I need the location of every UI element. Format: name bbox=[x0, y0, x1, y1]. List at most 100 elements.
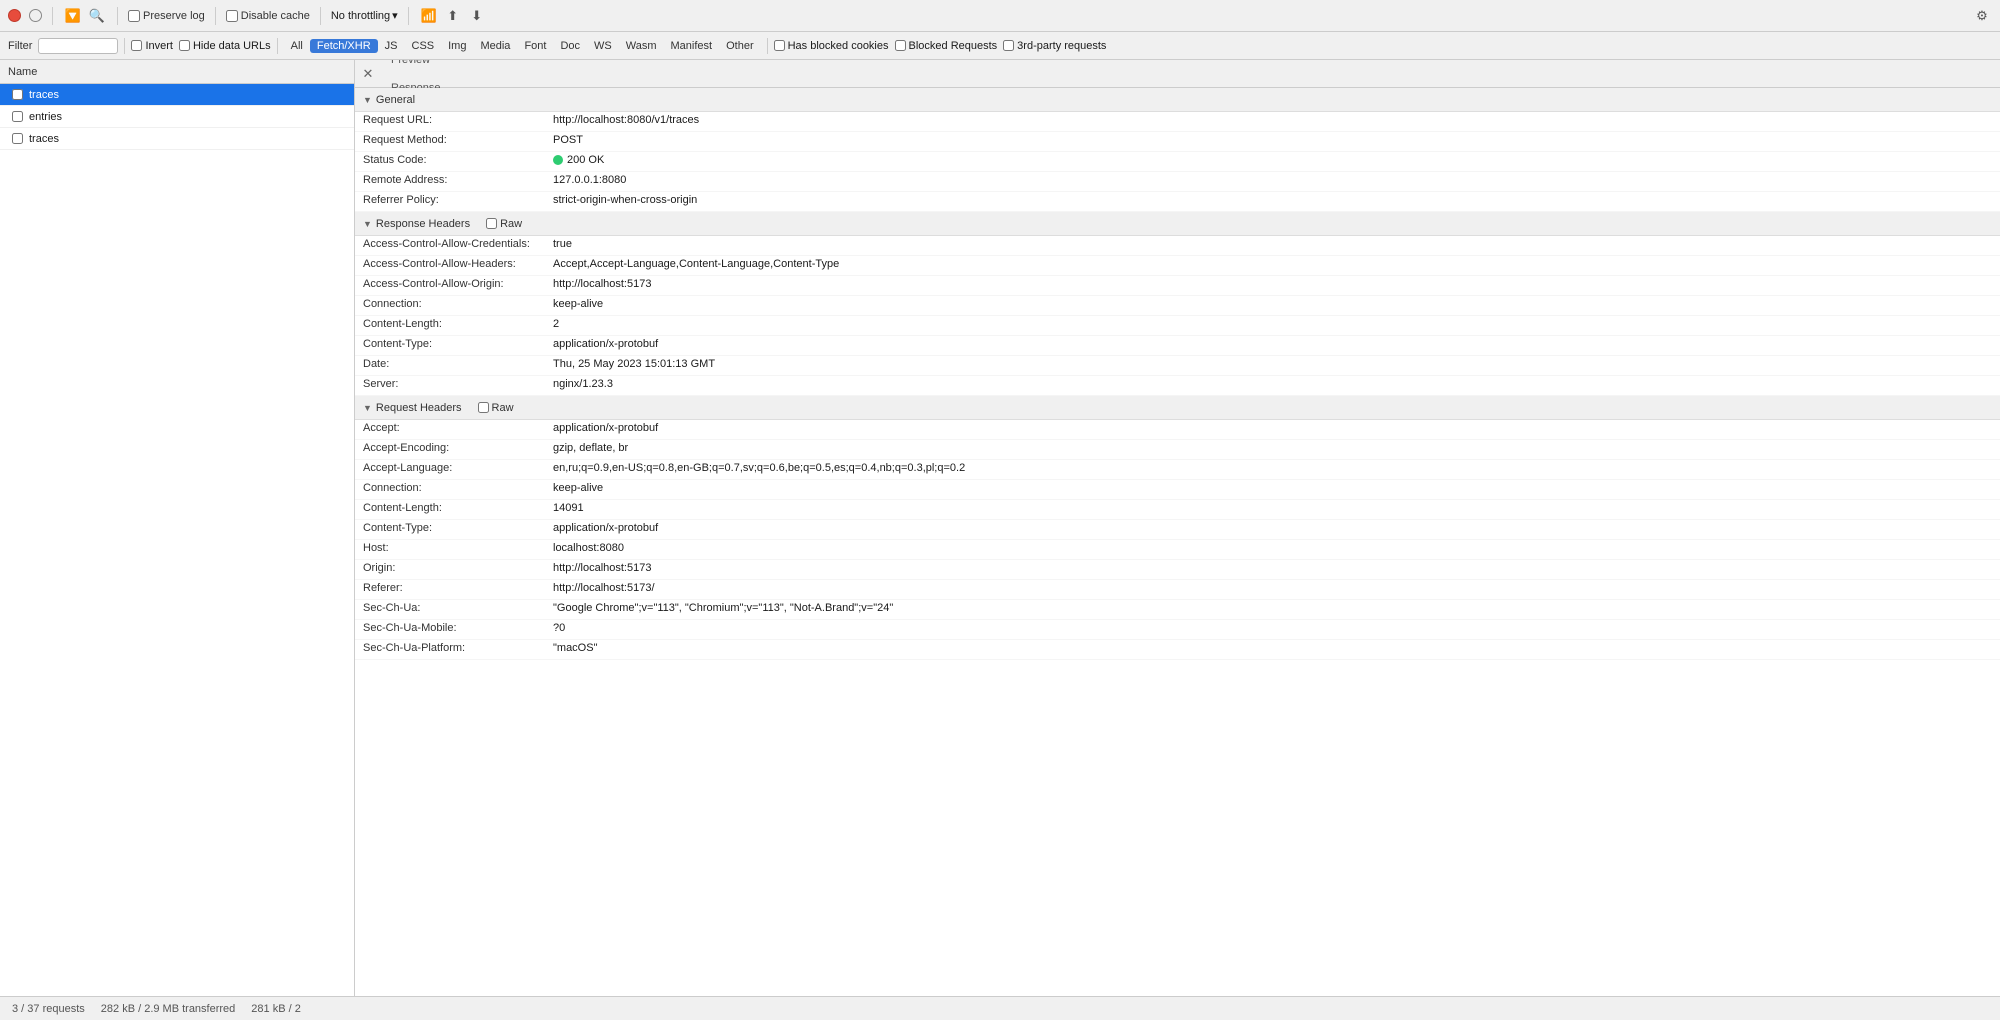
field-value: application/x-protobuf bbox=[553, 422, 1992, 434]
type-btn-wasm[interactable]: Wasm bbox=[619, 39, 664, 53]
filter-bar: Filter Invert Hide data URLs AllFetch/XH… bbox=[0, 32, 2000, 60]
field-name: Content-Length: bbox=[363, 318, 553, 330]
field-value: true bbox=[553, 238, 1992, 250]
status-requests: 3 / 37 requests bbox=[12, 1003, 85, 1015]
record-icon[interactable] bbox=[8, 9, 21, 22]
clear-icon[interactable] bbox=[29, 9, 42, 22]
field-name: Status Code: bbox=[363, 154, 553, 166]
response-header-row: Content-Length:2 bbox=[355, 316, 2000, 336]
general-section-header: ▼ General bbox=[355, 88, 2000, 112]
type-btn-other[interactable]: Other bbox=[719, 39, 761, 53]
request-raw-checkbox[interactable]: Raw bbox=[478, 402, 514, 414]
general-chevron: ▼ bbox=[363, 95, 372, 105]
type-btn-media[interactable]: Media bbox=[473, 39, 517, 53]
type-btn-ws[interactable]: WS bbox=[587, 39, 619, 53]
invert-checkbox[interactable]: Invert bbox=[131, 40, 173, 52]
status-resources: 281 kB / 2 bbox=[251, 1003, 301, 1015]
request-header-row: Accept-Language:en,ru;q=0.9,en-US;q=0.8,… bbox=[355, 460, 2000, 480]
request-header-row: Accept:application/x-protobuf bbox=[355, 420, 2000, 440]
field-name: Accept-Language: bbox=[363, 462, 553, 474]
field-value: keep-alive bbox=[553, 482, 1992, 494]
tab-preview[interactable]: Preview bbox=[379, 60, 454, 74]
left-panel: Name traces entries traces bbox=[0, 60, 355, 996]
type-btn-css[interactable]: CSS bbox=[405, 39, 442, 53]
type-btn-img[interactable]: Img bbox=[441, 39, 473, 53]
settings-icon[interactable]: ⚙ bbox=[1972, 6, 1992, 26]
type-btn-all[interactable]: All bbox=[284, 39, 310, 53]
divider-filter-1 bbox=[124, 38, 125, 54]
preserve-log-checkbox[interactable]: Preserve log bbox=[128, 10, 205, 22]
request-name: traces bbox=[29, 89, 59, 101]
field-value: Thu, 25 May 2023 15:01:13 GMT bbox=[553, 358, 1992, 370]
right-panel: ✕ HeadersPayloadPreviewResponseInitiator… bbox=[355, 60, 2000, 996]
field-value: 200 OK bbox=[553, 154, 1992, 166]
field-name: Sec-Ch-Ua-Platform: bbox=[363, 642, 553, 654]
field-name: Accept: bbox=[363, 422, 553, 434]
field-name: Sec-Ch-Ua-Mobile: bbox=[363, 622, 553, 634]
wifi-icon[interactable]: 📶 bbox=[419, 6, 439, 26]
field-value: http://localhost:8080/v1/traces bbox=[553, 114, 1992, 126]
disable-cache-checkbox[interactable]: Disable cache bbox=[226, 10, 310, 22]
field-name: Content-Type: bbox=[363, 522, 553, 534]
throttle-select[interactable]: No throttling ▾ bbox=[331, 9, 398, 22]
field-value: keep-alive bbox=[553, 298, 1992, 310]
field-name: Connection: bbox=[363, 298, 553, 310]
field-value: 2 bbox=[553, 318, 1992, 330]
request-header-row: Content-Length:14091 bbox=[355, 500, 2000, 520]
divider-4 bbox=[320, 7, 321, 25]
type-btn-manifest[interactable]: Manifest bbox=[664, 39, 720, 53]
main-layout: Name traces entries traces ✕ HeadersPayloa… bbox=[0, 60, 2000, 996]
field-name: Access-Control-Allow-Origin: bbox=[363, 278, 553, 290]
status-bar: 3 / 37 requests 282 kB / 2.9 MB transfer… bbox=[0, 996, 2000, 1020]
divider-2 bbox=[117, 7, 118, 25]
name-column-header: Name bbox=[0, 60, 354, 84]
request-header-row: Referer:http://localhost:5173/ bbox=[355, 580, 2000, 600]
status-transferred: 282 kB / 2.9 MB transferred bbox=[101, 1003, 236, 1015]
field-value: 14091 bbox=[553, 502, 1992, 514]
field-value: nginx/1.23.3 bbox=[553, 378, 1992, 390]
third-party-checkbox[interactable]: 3rd-party requests bbox=[1003, 40, 1106, 52]
request-item[interactable]: traces bbox=[0, 84, 354, 106]
type-btn-font[interactable]: Font bbox=[517, 39, 553, 53]
field-value: Accept,Accept-Language,Content-Language,… bbox=[553, 258, 1992, 270]
request-name: traces bbox=[29, 133, 59, 145]
field-value: 127.0.0.1:8080 bbox=[553, 174, 1992, 186]
field-name: Access-Control-Allow-Credentials: bbox=[363, 238, 553, 250]
upload-icon[interactable]: ⬆ bbox=[443, 6, 463, 26]
field-name: Referer: bbox=[363, 582, 553, 594]
request-item[interactable]: entries bbox=[0, 106, 354, 128]
response-header-row: Access-Control-Allow-Origin:http://local… bbox=[355, 276, 2000, 296]
search-icon[interactable]: 🔍 bbox=[87, 6, 107, 26]
field-value: http://localhost:5173/ bbox=[553, 582, 1992, 594]
field-name: Server: bbox=[363, 378, 553, 390]
field-name: Host: bbox=[363, 542, 553, 554]
field-name: Origin: bbox=[363, 562, 553, 574]
type-btn-js[interactable]: JS bbox=[378, 39, 405, 53]
response-raw-checkbox[interactable]: Raw bbox=[486, 218, 522, 230]
response-header-row: Server:nginx/1.23.3 bbox=[355, 376, 2000, 396]
type-btn-fetch/xhr[interactable]: Fetch/XHR bbox=[310, 39, 378, 53]
response-header-fields: Access-Control-Allow-Credentials:trueAcc… bbox=[355, 236, 2000, 396]
field-name: Content-Length: bbox=[363, 502, 553, 514]
field-name: Request URL: bbox=[363, 114, 553, 126]
response-header-row: Connection:keep-alive bbox=[355, 296, 2000, 316]
blocked-requests-checkbox[interactable]: Blocked Requests bbox=[895, 40, 998, 52]
request-header-row: Connection:keep-alive bbox=[355, 480, 2000, 500]
divider-1 bbox=[52, 7, 53, 25]
download-icon[interactable]: ⬇ bbox=[467, 6, 487, 26]
request-headers-section-header: ▼ Request Headers Raw bbox=[355, 396, 2000, 420]
field-name: Access-Control-Allow-Headers: bbox=[363, 258, 553, 270]
response-header-row: Access-Control-Allow-Credentials:true bbox=[355, 236, 2000, 256]
general-fields: Request URL:http://localhost:8080/v1/tra… bbox=[355, 112, 2000, 212]
type-btn-doc[interactable]: Doc bbox=[553, 39, 587, 53]
field-name: Connection: bbox=[363, 482, 553, 494]
filter-input[interactable] bbox=[38, 38, 118, 54]
filter-icon[interactable]: 🔽 bbox=[63, 6, 83, 26]
request-item[interactable]: traces bbox=[0, 128, 354, 150]
response-header-row: Date:Thu, 25 May 2023 15:01:13 GMT bbox=[355, 356, 2000, 376]
hide-data-urls-checkbox[interactable]: Hide data URLs bbox=[179, 40, 271, 52]
request-header-row: Origin:http://localhost:5173 bbox=[355, 560, 2000, 580]
tab-close-icon[interactable]: ✕ bbox=[359, 65, 377, 83]
has-blocked-cookies-checkbox[interactable]: Has blocked cookies bbox=[774, 40, 889, 52]
field-value: application/x-protobuf bbox=[553, 522, 1992, 534]
